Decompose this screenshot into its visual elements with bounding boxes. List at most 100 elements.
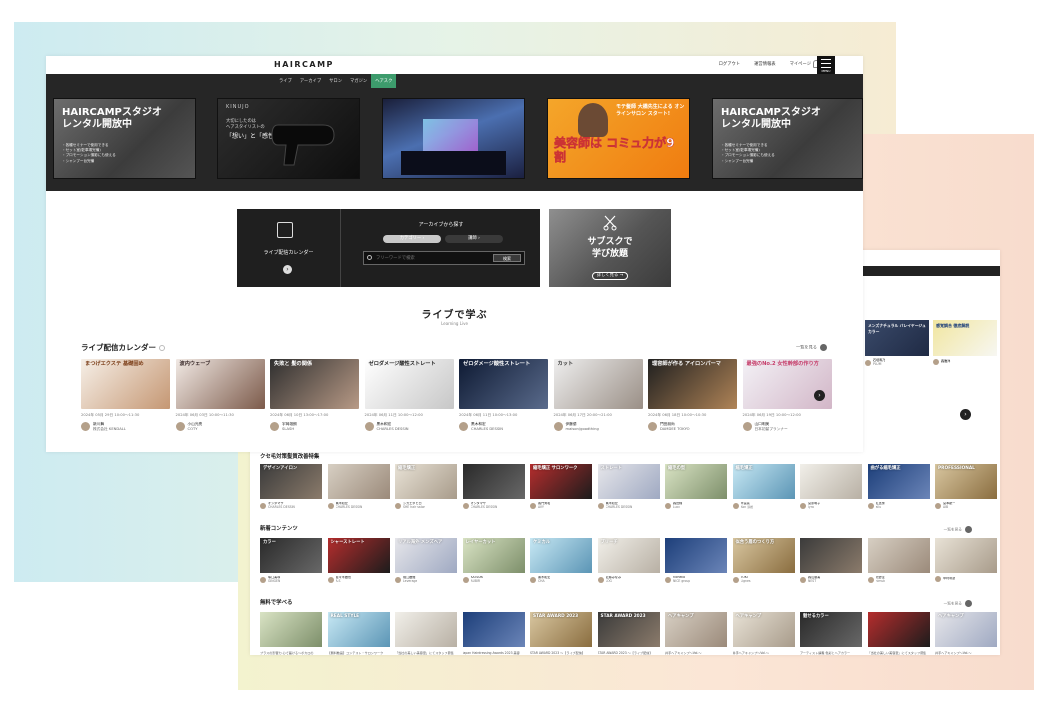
search-button[interactable]: 検索 — [493, 254, 521, 262]
row-more-free[interactable]: 一覧を見る — [944, 600, 972, 607]
content-card-thumbnail[interactable]: STAR AWARD 2023 — [530, 612, 592, 647]
nav-hairsuku[interactable]: ヘアスク — [371, 74, 397, 88]
menu-button[interactable]: MENU — [817, 56, 835, 74]
content-card-thumbnail[interactable]: ヘアキャンプ — [732, 612, 795, 647]
content-card[interactable]: オンダマサ CHARLES DESSIN — [462, 464, 525, 510]
hero-banner-communication[interactable]: モテ髪師 大橋先生による オンラインサロン スタート! 美容師は コミュ力が9割 — [547, 98, 690, 179]
nav-magazine[interactable]: マガジン — [346, 74, 371, 88]
content-card-thumbnail[interactable]: 魅せるカラー — [800, 612, 862, 647]
tab-category[interactable]: カテゴリー › — [383, 235, 441, 243]
content-card-thumbnail[interactable]: 縮毛矯正 — [395, 464, 457, 499]
content-card-thumbnail[interactable]: カラー — [260, 538, 322, 573]
operator-info-link[interactable]: 運営情報表 — [754, 61, 775, 67]
content-card-thumbnail[interactable]: 縮毛の型 — [665, 464, 727, 499]
hero-banner-studio-2[interactable]: HAIRCAMPスタジオ レンタル開放中 ・各種セミナーで使用できる ・セット室… — [712, 98, 863, 179]
right-strip-card-image[interactable]: メンズナチュラル バレイヤージュカラー — [865, 320, 929, 356]
content-card[interactable]: 縮毛の型 森田翔 Lucc — [665, 464, 727, 510]
content-card-thumbnail[interactable] — [867, 538, 930, 573]
content-card[interactable]: ヘアキャンプ 井手ヘアキャンプ〜Vol.〜 — [732, 612, 795, 655]
live-card-thumbnail[interactable]: ゼロダメージ酸性ストレート — [364, 359, 454, 409]
hero-banner-studio-photo[interactable] — [382, 98, 525, 179]
more-link-text[interactable]: 一覧を見る — [944, 528, 962, 532]
content-card[interactable]: STAR AWARD 2023 STAR AWARD 2023 〜【ライブ配信】 — [597, 612, 660, 655]
content-card[interactable]: リアル海外 メンズヘア 堀江雄輝 Leverage — [395, 538, 457, 584]
nav-archive[interactable]: アーカイブ — [296, 74, 325, 88]
content-card[interactable]: デザインアイロン オンダマサ CHARLES DESSIN — [260, 464, 322, 510]
search-input[interactable] — [376, 254, 491, 262]
content-card[interactable]: 宮原明子 lyra — [800, 464, 862, 510]
content-card[interactable]: 北野圭 nimuk — [867, 538, 930, 584]
content-card-thumbnail[interactable] — [462, 464, 525, 499]
content-card-thumbnail[interactable]: リアル海外 メンズヘア — [395, 538, 457, 573]
content-card[interactable]: 縮毛矯正 木宮亮 Kon 浜松 — [732, 464, 795, 510]
content-card[interactable]: 中村竜彦 — [935, 538, 997, 582]
live-card-thumbnail[interactable]: 理容師が作る アイロンパーマ — [648, 359, 737, 409]
content-card-thumbnail[interactable]: STAR AWARD 2023 — [597, 612, 660, 647]
live-card[interactable]: 波内ウェーブ 2024年 06月 03日 10:00〜11:30 小山光亮 COTY — [175, 359, 265, 432]
content-card[interactable]: ブリーチ 近藤みなみ LOG — [597, 538, 660, 584]
content-card-thumbnail[interactable] — [935, 538, 997, 573]
content-card[interactable]: PROFESSIONAL 宮本航一 AIB — [935, 464, 997, 510]
content-card[interactable]: カラー 塚口美咲 GINGEN — [260, 538, 322, 584]
content-card-thumbnail[interactable] — [665, 538, 727, 573]
carousel-next-arrow[interactable]: › — [814, 390, 825, 401]
live-card[interactable]: カット 2024年 06月 17日 20:00〜21:00 伊藤優 maison/go… — [553, 359, 643, 432]
content-card-thumbnail[interactable]: ブリーチ — [597, 538, 660, 573]
live-card[interactable]: ゼロダメージ酸性ストレート 2024年 06月 11日 10:00〜13:00 黒木… — [459, 359, 548, 432]
arrow-right-icon[interactable] — [965, 526, 972, 533]
content-card-thumbnail[interactable] — [260, 612, 322, 647]
row-more-new[interactable]: 一覧を見る — [944, 526, 972, 533]
hero-banner-studio[interactable]: HAIRCAMPスタジオ レンタル開放中 ・各種セミナーで使用できる ・セット室… — [53, 98, 196, 179]
more-link-text[interactable]: 一覧を見る — [796, 345, 817, 350]
content-card-thumbnail[interactable]: デザインアイロン — [260, 464, 322, 499]
hero-banner-kinujo[interactable]: KINUJO 大切にしたのは ヘアスタイリストの 「想い」と「感性」 — [217, 98, 360, 179]
content-card-thumbnail[interactable]: 曲がる縮毛矯正 — [867, 464, 930, 499]
content-card[interactable]: シャーストレート 佐々木雄也 A.S — [327, 538, 390, 584]
content-card-thumbnail[interactable] — [800, 464, 862, 499]
content-card[interactable]: 曲がる縮毛矯正 紅葉惠 ailu — [867, 464, 930, 510]
logout-link[interactable]: ログアウト — [719, 61, 740, 67]
content-card-thumbnail[interactable]: 縮毛矯正 サロンワーク — [530, 464, 592, 499]
content-card[interactable]: ヘアキャンプ 井手ヘアキャンプ〜Vol.〜 — [935, 612, 997, 655]
arrow-right-icon[interactable]: › — [283, 265, 292, 274]
content-card[interactable]: REAL STYLE 【無料動画】コンテスト・サロンワーク — [327, 612, 390, 655]
content-card[interactable]: ストレート 黒木和宏 CHARLES DESSIN — [597, 464, 660, 510]
content-card[interactable]: 黒木和宏 CHARLES DESSIN — [327, 464, 390, 510]
content-card[interactable]: ケミカル 黒木和宏 CHA — [530, 538, 592, 584]
content-card[interactable]: 魅せるカラー アーティスト講義 色彩とヘアカラー — [800, 612, 862, 655]
nav-salon[interactable]: サロン — [325, 74, 346, 88]
content-card-thumbnail[interactable]: レイヤーカット — [462, 538, 525, 573]
mypage-link[interactable]: マイページ — [790, 61, 811, 67]
content-card[interactable]: 縮毛矯正 サロンワーク 長門秀和 AVY — [530, 464, 592, 510]
tab-lecturer[interactable]: 講師 › — [445, 235, 503, 243]
content-card-thumbnail[interactable] — [462, 612, 525, 647]
content-card-thumbnail[interactable]: 縮毛矯正 — [732, 464, 795, 499]
arrow-right-icon[interactable] — [820, 344, 827, 351]
content-card-thumbnail[interactable]: ストレート — [597, 464, 660, 499]
content-card-thumbnail[interactable]: ヘアキャンプ — [665, 612, 727, 647]
content-card-thumbnail[interactable]: ヘアキャンプ — [935, 612, 997, 647]
more-link-text[interactable]: 一覧を見る — [944, 602, 962, 606]
live-card-thumbnail[interactable]: カット — [553, 359, 643, 409]
subscribe-box[interactable]: サブスクで 学び放題 詳しく見る → — [549, 209, 671, 287]
live-card-thumbnail[interactable]: まつげエクステ 基礎固め — [81, 359, 170, 409]
live-card-thumbnail[interactable]: 波内ウェーブ — [175, 359, 265, 409]
content-card-thumbnail[interactable]: 似合う眉のつくり方 — [732, 538, 795, 573]
content-card[interactable]: Japan Hairdressing Awards 2023 美容 — [462, 612, 525, 655]
content-card-thumbnail[interactable] — [867, 612, 930, 647]
calendar-more-link[interactable]: 一覧を見る — [796, 344, 827, 351]
content-card[interactable]: ヘアキャンプ 井手ヘアキャンプ〜Vol.〜 — [665, 612, 727, 655]
content-card[interactable]: プラスの影響力 心で届ける〜ボカロの — [260, 612, 322, 655]
content-card[interactable]: STAR AWARD 2023 STAR AWARD 2023 〜【ライブ配信】 — [530, 612, 592, 655]
content-card-thumbnail[interactable]: PROFESSIONAL — [935, 464, 997, 499]
content-card-thumbnail[interactable] — [327, 464, 390, 499]
live-card[interactable]: ゼロダメージ酸性ストレート 2024年 06月 11日 10:00〜12:00 黒木… — [364, 359, 454, 432]
content-card-thumbnail[interactable]: ケミカル — [530, 538, 592, 573]
right-strip-card-image[interactable]: 感覚調合 徹底解説 — [933, 320, 997, 356]
subscribe-more-button[interactable]: 詳しく見る → — [592, 272, 628, 280]
nav-live[interactable]: ライブ — [275, 74, 296, 88]
content-card[interactable]: 似合う眉のつくり方 TOKI Lignes — [732, 538, 795, 584]
live-card[interactable]: 理容師が作る アイロンパーマ 2024年 06月 18日 10:00〜10:30 門… — [648, 359, 737, 432]
content-card-thumbnail[interactable] — [800, 538, 862, 573]
live-calendar-box[interactable]: ライブ配信カレンダー › — [237, 209, 340, 287]
